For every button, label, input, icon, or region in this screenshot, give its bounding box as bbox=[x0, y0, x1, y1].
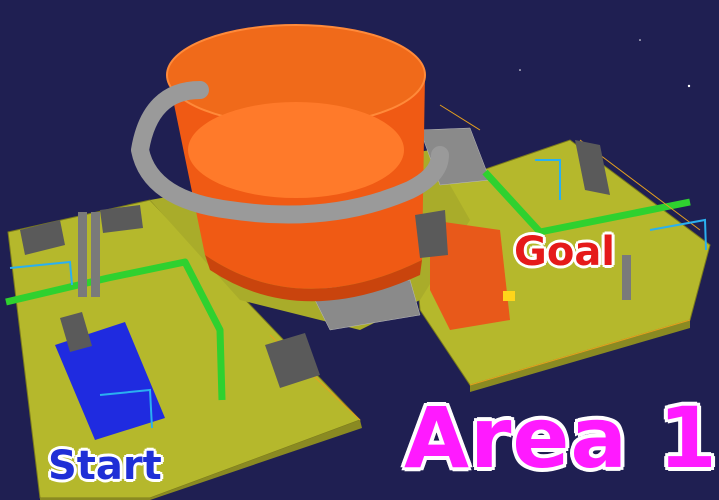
goal-label: Goal bbox=[514, 229, 616, 275]
goal-marker bbox=[503, 291, 515, 301]
background-stars bbox=[519, 39, 691, 88]
start-label: Start bbox=[48, 443, 162, 489]
game-viewport: Goal Start Area 1 bbox=[0, 0, 719, 500]
area-title: Area 1 bbox=[404, 389, 718, 487]
